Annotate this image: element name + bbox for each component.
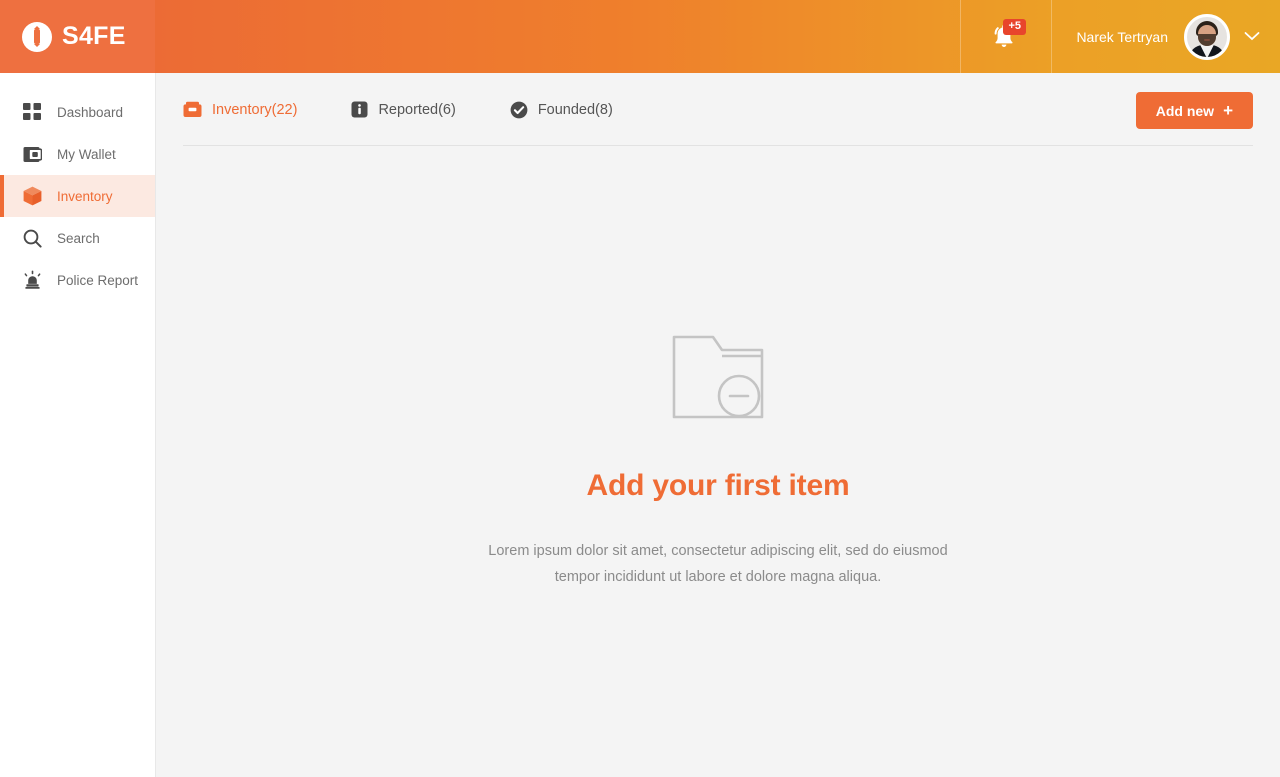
- add-new-button[interactable]: Add new +: [1135, 92, 1253, 129]
- app-header: S4FE +5 Narek Tertryan: [0, 0, 1280, 73]
- tab-label: Reported(6): [378, 101, 456, 118]
- empty-folder-icon: [672, 334, 764, 425]
- s4fe-logo-icon: [22, 21, 52, 52]
- brand-name: S4FE: [62, 22, 126, 50]
- sidebar-item-label: Search: [57, 230, 100, 246]
- avatar: [1184, 13, 1230, 60]
- header-bar: +5 Narek Tertryan: [155, 0, 1280, 73]
- siren-icon: [23, 270, 45, 290]
- sidebar-item-search[interactable]: Search: [0, 217, 155, 259]
- check-circle-icon: [510, 101, 528, 119]
- sidebar-item-label: Inventory: [57, 188, 113, 204]
- tab-label: Founded(8): [537, 101, 613, 118]
- empty-state-title: Add your first item: [586, 469, 850, 502]
- app-root: S4FE +5 Narek Tertryan Dashboard My Wall…: [0, 0, 1280, 777]
- toolbox-icon: [183, 101, 202, 118]
- wallet-icon: [23, 146, 45, 163]
- add-new-label: Add new: [1155, 102, 1215, 119]
- grid-icon: [23, 103, 45, 121]
- sidebar-item-inventory[interactable]: Inventory: [0, 175, 155, 217]
- main-content: Inventory(22) Reported(6) Founded(8) Add…: [156, 73, 1280, 777]
- empty-state-description: Lorem ipsum dolor sit amet, consectetur …: [488, 543, 948, 585]
- sidebar-item-my-wallet[interactable]: My Wallet: [0, 133, 155, 175]
- sidebar-item-label: My Wallet: [57, 146, 116, 162]
- user-menu[interactable]: Narek Tertryan: [1052, 0, 1280, 73]
- tab-bar: Inventory(22) Reported(6) Founded(8) Add…: [156, 73, 1280, 146]
- tab-label: Inventory(22): [212, 101, 298, 118]
- info-icon: [351, 101, 368, 118]
- user-name: Narek Tertryan: [1076, 28, 1168, 45]
- sidebar: Dashboard My Wallet Inventory Search Pol…: [0, 73, 156, 777]
- sidebar-item-police-report[interactable]: Police Report: [0, 259, 155, 301]
- brand-logo[interactable]: S4FE: [0, 0, 155, 73]
- tab-inventory[interactable]: Inventory(22): [183, 101, 297, 118]
- sidebar-item-dashboard[interactable]: Dashboard: [0, 91, 155, 133]
- sidebar-item-label: Police Report: [57, 272, 139, 288]
- search-icon: [23, 229, 45, 248]
- box-icon: [23, 186, 45, 206]
- plus-icon: +: [1223, 101, 1233, 120]
- empty-state: Add your first item Lorem ipsum dolor si…: [156, 146, 1280, 590]
- tab-founded[interactable]: Founded(8): [510, 101, 613, 119]
- tab-reported[interactable]: Reported(6): [351, 101, 456, 118]
- notifications-button[interactable]: +5: [960, 0, 1053, 73]
- sidebar-item-label: Dashboard: [57, 104, 124, 120]
- notification-badge: +5: [1003, 18, 1026, 35]
- chevron-down-icon[interactable]: [1244, 28, 1260, 46]
